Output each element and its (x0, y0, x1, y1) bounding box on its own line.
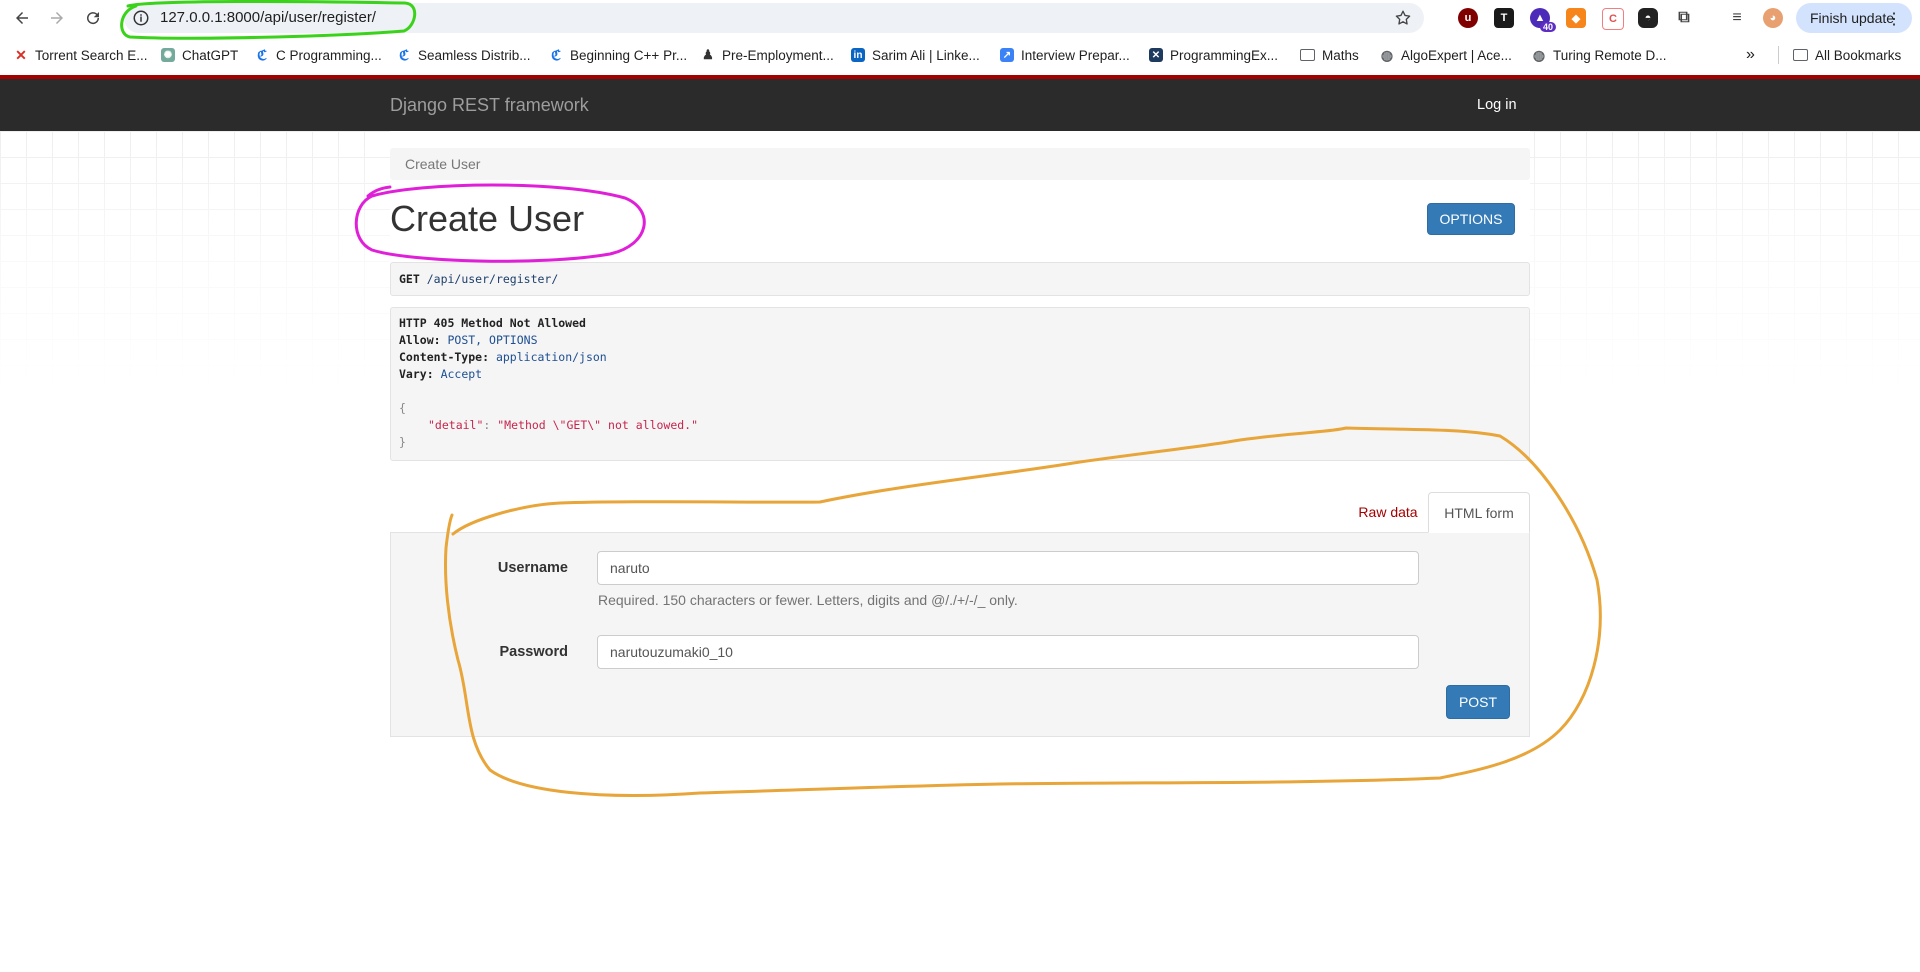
bookmark-star-icon[interactable] (1394, 9, 1412, 27)
back-icon[interactable] (8, 4, 36, 32)
folder-icon (1793, 49, 1808, 61)
header-value: application/json (495, 350, 607, 364)
tab-raw-data[interactable]: Raw data (1352, 492, 1424, 532)
json-close-brace: } (399, 435, 406, 449)
more-menu-icon[interactable]: ⋮ (1886, 9, 1902, 29)
extension-badge: 40 (1539, 22, 1556, 32)
bookmark-label: C Programming... (276, 47, 382, 63)
username-input[interactable] (597, 551, 1419, 585)
site-info-icon[interactable] (132, 9, 150, 27)
navbar: Django REST framework Log in (0, 79, 1920, 131)
copy-extension-icon[interactable]: C (1602, 8, 1624, 30)
bookmark-label: ChatGPT (182, 47, 239, 63)
response-header-content-type: Content-Type: application/json (399, 349, 607, 366)
address-bar[interactable]: 127.0.0.1:8000/api/user/register/ (124, 3, 1424, 33)
tab-html-form[interactable]: HTML form (1428, 492, 1530, 533)
t-extension-icon[interactable]: T (1494, 8, 1514, 28)
reading-list-icon[interactable]: ≡ (1727, 8, 1747, 28)
json-detail-line: "detail": "Method \"GET\" not allowed." (428, 418, 699, 432)
request-info: GET /api/user/register/ (390, 262, 1530, 296)
bookmark-turing-remote[interactable]: ◍ Turing Remote D... (1532, 46, 1667, 64)
extensions-puzzle-icon[interactable]: ⧉ (1674, 8, 1694, 28)
finish-update-button[interactable]: Finish update ⋮ (1796, 3, 1912, 33)
bookmark-beginning-cpp[interactable]: ℭ Beginning C++ Pr... (549, 46, 687, 64)
bookmark-chatgpt[interactable]: ✺ ChatGPT (161, 46, 238, 64)
header-key: Content-Type: (399, 350, 490, 364)
linkedin-icon: in (851, 48, 865, 62)
bookmark-x-icon: ✕ (15, 46, 27, 63)
more-bookmarks-chevron-icon[interactable]: » (1746, 46, 1755, 64)
bookmark-label: Pre-Employment... (722, 47, 834, 63)
bookmark-label: Maths (1322, 47, 1359, 63)
password-input[interactable] (597, 635, 1419, 669)
content-tabs: Raw data HTML form (390, 492, 1530, 533)
json-value: "Method \"GET\" not allowed." (497, 418, 699, 432)
all-bookmarks-label: All Bookmarks (1815, 47, 1902, 63)
password-label: Password (499, 644, 569, 660)
response-header-vary: Vary: Accept (399, 366, 482, 383)
globe-icon: ◍ (1532, 46, 1546, 63)
bookmark-interview-prep[interactable]: ↗ Interview Prepar... (1000, 46, 1130, 64)
bookmark-c-programming[interactable]: ℭ C Programming... (255, 46, 382, 64)
site-icon: ℭ (399, 46, 409, 63)
bookmark-label: Turing Remote D... (1553, 47, 1667, 63)
site-icon: ℭ (551, 46, 561, 63)
request-method: GET (399, 272, 420, 286)
metamask-fox-icon[interactable]: ◆ (1566, 8, 1586, 28)
folder-icon (1300, 49, 1315, 61)
bookmark-label: Seamless Distrib... (418, 47, 531, 63)
bookmark-label: AlgoExpert | Ace... (1401, 47, 1512, 63)
bookmark-maths[interactable]: Maths (1300, 46, 1359, 64)
browser-toolbar: 127.0.0.1:8000/api/user/register/ u T ▲ 4… (0, 0, 1920, 36)
bookmark-label: Beginning C++ Pr... (570, 47, 688, 63)
header-value: POST, OPTIONS (447, 333, 538, 347)
json-key: "detail" (428, 418, 484, 432)
reload-icon[interactable] (79, 4, 107, 32)
profile-avatar[interactable]: ◕ (1763, 8, 1783, 28)
response-info: HTTP 405 Method Not Allowed Allow: POST,… (390, 307, 1530, 461)
bookmark-algoexpert[interactable]: ◍ AlgoExpert | Ace... (1380, 46, 1512, 64)
response-header-allow: Allow: POST, OPTIONS (399, 332, 538, 349)
page-title: Create User (390, 198, 585, 239)
all-bookmarks[interactable]: All Bookmarks (1793, 46, 1901, 64)
brand-link[interactable]: Django REST framework (390, 95, 589, 116)
bookmarks-bar: ✕ Torrent Search E... ✺ ChatGPT ℭ C Program… (0, 40, 1920, 70)
globe-icon: ◍ (1380, 46, 1394, 63)
breadcrumb-item: Create User (405, 156, 481, 172)
bookmark-linkedin[interactable]: in Sarim Ali | Linke... (851, 46, 980, 64)
ublock-icon[interactable]: u (1458, 8, 1478, 28)
request-line: GET /api/user/register/ (399, 272, 558, 286)
response-status: HTTP 405 Method Not Allowed (399, 316, 586, 330)
header-key: Vary: (399, 367, 434, 381)
breadcrumb: Create User (390, 148, 1530, 180)
graduation-cap-icon[interactable]: ▲ 40 (1530, 8, 1556, 32)
bookmark-seamless-distrib[interactable]: ℭ Seamless Distrib... (397, 46, 531, 64)
site-icon: ✕ (1149, 48, 1163, 62)
request-path: /api/user/register/ (426, 272, 559, 286)
bookmark-torrent-search[interactable]: ✕ Torrent Search E... (14, 46, 148, 64)
finish-update-label: Finish update (1810, 10, 1895, 26)
json-open-brace: { (399, 401, 406, 415)
site-icon: ℭ (257, 46, 267, 63)
login-link[interactable]: Log in (1477, 97, 1517, 113)
bookmark-pre-employment[interactable]: ♟ Pre-Employment... (701, 46, 834, 64)
forward-icon[interactable] (43, 4, 71, 32)
bookmark-programming-ex[interactable]: ✕ ProgrammingEx... (1149, 46, 1278, 64)
options-button[interactable]: OPTIONS (1427, 203, 1515, 235)
bookmark-label: Torrent Search E... (35, 47, 148, 63)
person-icon: ♟ (702, 47, 714, 62)
url-text[interactable]: 127.0.0.1:8000/api/user/register/ (160, 9, 376, 26)
username-label: Username (497, 560, 568, 576)
username-help-text: Required. 150 characters or fewer. Lette… (598, 592, 1018, 608)
incognito-mask-icon[interactable]: ◓ (1638, 8, 1658, 28)
header-value: Accept (440, 367, 483, 381)
bookmarks-divider (1778, 46, 1779, 64)
site-icon: ↗ (1000, 48, 1014, 62)
header-key: Allow: (399, 333, 441, 347)
bookmark-label: Interview Prepar... (1021, 47, 1130, 63)
bookmark-label: ProgrammingEx... (1170, 47, 1279, 63)
chatgpt-icon: ✺ (161, 48, 175, 62)
bookmark-label: Sarim Ali | Linke... (872, 47, 980, 63)
post-button[interactable]: POST (1446, 685, 1510, 719)
